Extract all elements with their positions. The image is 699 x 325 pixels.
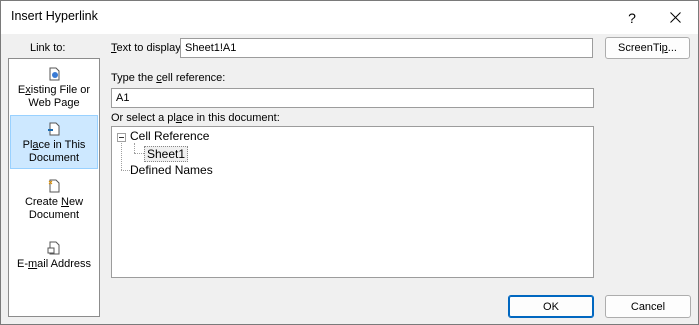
close-icon	[670, 12, 681, 23]
cell-reference-input[interactable]: A1	[111, 88, 594, 108]
help-icon: ?	[628, 9, 636, 26]
screentip-button[interactable]: ScreenTi p...	[605, 37, 690, 59]
link-to-label: Link to:	[30, 42, 66, 54]
close-button[interactable]	[653, 1, 698, 34]
document-place-tree[interactable]: Cell Reference Sheet1 Defined Names	[111, 126, 594, 278]
new-document-icon	[48, 179, 60, 193]
file-globe-icon	[49, 67, 60, 81]
link-to-email-label: E-mail Address	[17, 258, 91, 270]
tree-node-cell-reference[interactable]: Cell Reference	[130, 129, 209, 143]
text-to-display-label: Text to display:	[111, 42, 184, 54]
email-icon	[47, 241, 60, 255]
tree-node-sheet1[interactable]: Sheet1	[144, 146, 189, 162]
tree-node-defined-names[interactable]: Defined Names	[130, 163, 213, 177]
text-to-display-input[interactable]: Sheet1!A1	[180, 38, 593, 58]
link-to-panel: Existing File or Web Page Place in This Do…	[8, 58, 100, 317]
title-bar: Insert Hyperlink ?	[1, 1, 698, 34]
ok-button[interactable]: OK	[508, 295, 594, 318]
link-to-email-address[interactable]: E-mail Address	[10, 241, 98, 275]
cancel-button[interactable]: Cancel	[605, 295, 691, 318]
link-to-existing-file-label: Existing File or Web Page	[17, 84, 91, 109]
place-select-label: Or select a place in this document:	[111, 112, 280, 124]
link-to-new-document-label: Create New Document	[24, 196, 84, 221]
insert-hyperlink-dialog: Insert Hyperlink ? Link to: Existing Fil…	[0, 0, 699, 325]
link-to-new-document[interactable]: Create New Document	[10, 179, 98, 225]
tree-line	[134, 153, 144, 154]
link-to-place-in-document[interactable]: Place in This Document	[10, 115, 98, 169]
cell-reference-label: Type the cell reference:	[111, 72, 226, 84]
link-to-existing-file[interactable]: Existing File or Web Page	[10, 67, 98, 113]
link-to-place-label: Place in This Document	[22, 139, 86, 164]
help-button[interactable]: ?	[611, 1, 653, 34]
document-place-icon	[48, 122, 60, 136]
dialog-title: Insert Hyperlink	[11, 9, 98, 23]
collapse-toggle-icon[interactable]	[117, 133, 126, 142]
tree-line	[121, 143, 122, 170]
tree-line	[134, 143, 135, 153]
tree-line	[121, 170, 130, 171]
